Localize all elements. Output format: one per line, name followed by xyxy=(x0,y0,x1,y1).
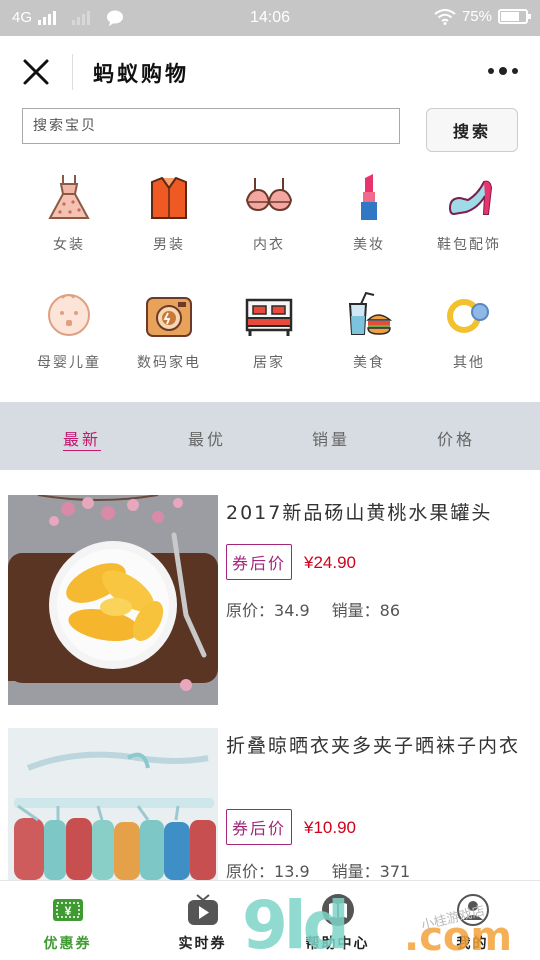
category-label: 数码家电 xyxy=(137,355,201,371)
category-label: 母婴儿童 xyxy=(37,355,101,371)
product-item[interactable]: 2017新品砀山黄桃水果罐头 券后价 ¥24.90 原价：34.9 销量：86 xyxy=(0,495,540,710)
lipstick-icon xyxy=(361,174,377,220)
category-label: 内衣 xyxy=(253,237,285,253)
sort-bar: 最新 最优 销量 价格 xyxy=(0,402,540,470)
sales-count: 371 xyxy=(379,862,411,881)
category-label: 女装 xyxy=(53,237,85,253)
category-label: 美妆 xyxy=(353,237,385,253)
dress-icon xyxy=(48,175,90,219)
tab-profile[interactable]: 我的 xyxy=(405,881,540,960)
original-price-label: 原价： xyxy=(226,862,275,881)
category-underwear[interactable]: 内衣 xyxy=(219,172,319,254)
shirt-icon xyxy=(151,176,187,219)
wifi-icon xyxy=(434,8,456,25)
product-item[interactable]: 折叠晾晒衣夹多夹子晒袜子内衣 券后价 ¥10.90 原价：13.9 销量：371 xyxy=(0,728,540,888)
search-input[interactable] xyxy=(22,108,400,144)
category-label: 美食 xyxy=(353,355,385,371)
sort-tab-sales[interactable]: 销量 xyxy=(291,426,371,450)
category-label: 其他 xyxy=(453,355,485,371)
product-image[interactable] xyxy=(8,495,218,705)
coupon-icon: ¥ xyxy=(52,899,83,921)
category-label: 鞋包配饰 xyxy=(437,237,501,253)
sort-tab-price[interactable]: 价格 xyxy=(416,426,496,450)
product-price: ¥10.90 xyxy=(304,818,356,837)
original-price: 13.9 xyxy=(274,862,310,881)
category-food[interactable]: 美食 xyxy=(319,290,419,372)
category-cosmetics[interactable]: 美妆 xyxy=(319,172,419,254)
category-label: 居家 xyxy=(253,355,285,371)
coupon-badge: 券后价 xyxy=(226,544,293,580)
product-meta: 原价：13.9 销量：371 xyxy=(226,858,410,882)
sort-tab-newest[interactable]: 最新 xyxy=(42,426,122,450)
category-mens-clothing[interactable]: 男装 xyxy=(119,172,219,254)
sales-label: 销量： xyxy=(331,862,380,881)
tab-label: 实时券 xyxy=(178,936,227,952)
category-other[interactable]: 其他 xyxy=(419,290,519,372)
product-title[interactable]: 折叠晾晒衣夹多夹子晒袜子内衣 xyxy=(226,730,526,762)
sort-tab-best[interactable]: 最优 xyxy=(167,426,247,450)
tv-play-icon xyxy=(187,894,218,925)
status-bar: 4G 14:06 75% xyxy=(0,0,540,36)
battery-icon xyxy=(498,9,531,24)
battery-percent: 75% xyxy=(461,8,492,25)
category-womens-clothing[interactable]: 女装 xyxy=(19,172,119,254)
category-digital-appliances[interactable]: 数码家电 xyxy=(119,290,219,372)
sales-label: 销量： xyxy=(331,601,380,620)
rings-icon xyxy=(447,299,489,333)
close-icon[interactable] xyxy=(22,58,50,86)
category-home[interactable]: 居家 xyxy=(219,290,319,372)
camera-icon xyxy=(146,297,192,337)
product-price: ¥24.90 xyxy=(304,553,356,572)
page-title: 蚂蚁购物 xyxy=(93,62,189,86)
category-baby-kids[interactable]: 母婴儿童 xyxy=(19,290,119,372)
tab-label: 优惠券 xyxy=(43,936,92,952)
baby-icon xyxy=(48,294,90,336)
svg-text:¥: ¥ xyxy=(64,904,71,918)
coupon-badge: 券后价 xyxy=(226,809,293,845)
tab-label: 我的 xyxy=(456,936,489,952)
category-label: 男装 xyxy=(153,237,185,253)
profile-icon xyxy=(456,894,489,926)
tab-coupons[interactable]: ¥ 优惠券 xyxy=(0,881,135,960)
product-title[interactable]: 2017新品砀山黄桃水果罐头 xyxy=(226,497,526,529)
battery-fill xyxy=(501,12,519,21)
product-image[interactable] xyxy=(8,728,218,880)
bed-icon xyxy=(245,298,293,336)
tab-help-center[interactable]: 帮助中心 xyxy=(270,881,405,960)
bra-icon xyxy=(245,178,293,212)
header: 蚂蚁购物 xyxy=(0,36,540,106)
status-right: 75% xyxy=(434,8,531,25)
bottom-tabbar: ¥ 优惠券 实时券 帮助中心 我的 xyxy=(0,880,540,960)
more-options-icon[interactable] xyxy=(488,67,518,75)
category-shoes-bags[interactable]: 鞋包配饰 xyxy=(419,172,519,254)
tab-realtime-coupons[interactable]: 实时券 xyxy=(135,881,270,960)
header-divider xyxy=(72,54,73,90)
tab-label: 帮助中心 xyxy=(305,936,370,952)
sales-count: 86 xyxy=(379,601,401,620)
book-icon xyxy=(321,894,354,926)
original-price-label: 原价： xyxy=(226,601,275,620)
search-button[interactable]: 搜索 xyxy=(426,108,518,152)
high-heel-icon xyxy=(448,180,493,216)
product-meta: 原价：34.9 销量：86 xyxy=(226,597,400,621)
original-price: 34.9 xyxy=(274,601,310,620)
food-icon xyxy=(348,291,393,335)
